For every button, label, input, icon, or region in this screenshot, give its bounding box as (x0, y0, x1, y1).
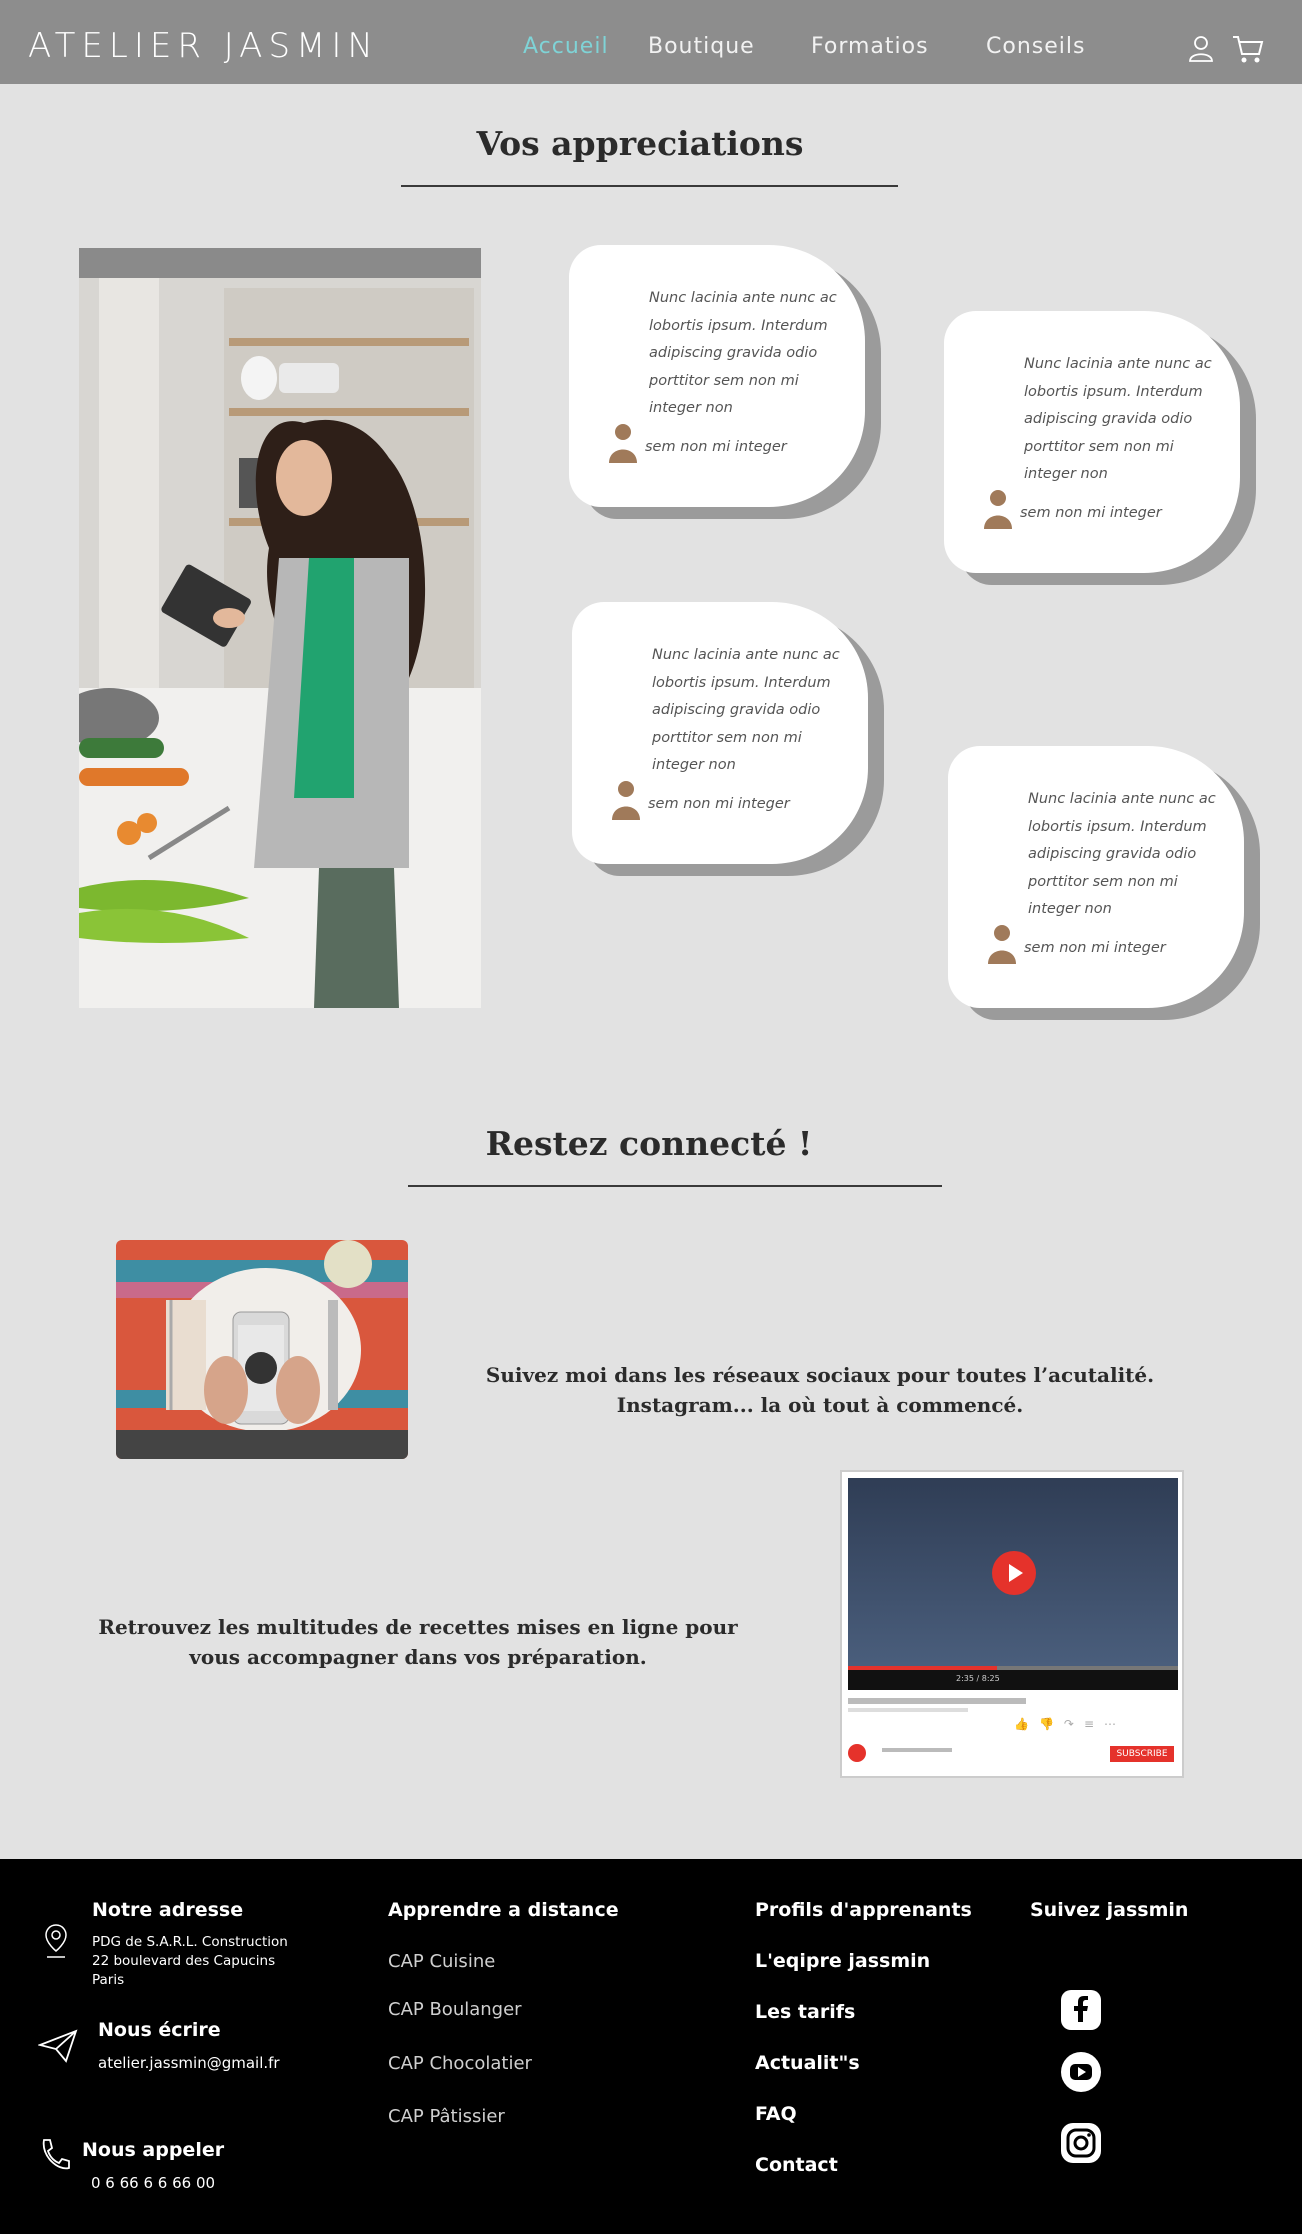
connect-title: Restez connecté ! (485, 1124, 813, 1163)
reviewer-name: sem non mi integer (1024, 940, 1166, 956)
paper-plane-icon (37, 2029, 78, 2067)
site-footer: Notre adresse PDG de S.A.R.L. Constructi… (0, 1859, 1302, 2234)
footer-link-contact[interactable]: Contact (755, 2154, 838, 2176)
review-text: Nunc lacinia ante nunc ac lobortis ipsum… (1028, 791, 1216, 917)
footer-link-tarifs[interactable]: Les tarifs (755, 2001, 855, 2023)
woman-kitchen-photo (79, 248, 481, 1008)
nav-accueil[interactable]: Accueil (523, 34, 609, 59)
write-title: Nous écrire (98, 2019, 221, 2041)
reviews-title-underline (401, 185, 898, 187)
reviewer-name: sem non mi integer (648, 796, 790, 812)
footer-link-actualites[interactable]: Actualit"s (755, 2052, 860, 2074)
video-controls: 2:35 / 8:25 (848, 1670, 1178, 1690)
phone-number[interactable]: 0 6 66 6 6 66 00 (91, 2174, 215, 2193)
footer-link-faq[interactable]: FAQ (755, 2103, 797, 2125)
footer-link-equipe[interactable]: L'eqipre jassmin (755, 1950, 930, 1972)
connect-title-underline (408, 1185, 942, 1187)
site-logo[interactable]: ATELIER JASMIN (28, 26, 379, 66)
review-text: Nunc lacinia ante nunc ac lobortis ipsum… (649, 290, 837, 416)
person-icon (609, 423, 637, 467)
youtube-text: Retrouvez les multitudes de recettes mis… (98, 1615, 738, 1669)
review-card: Nunc lacinia ante nunc ac lobortis ipsum… (948, 746, 1244, 1008)
instagram-text: Suivez moi dans les réseaux sociaux pour… (485, 1363, 1155, 1417)
course-link-patissier[interactable]: CAP Pâtissier (388, 2106, 505, 2127)
course-link-boulanger[interactable]: CAP Boulanger (388, 1999, 522, 2020)
review-card: Nunc lacinia ante nunc ac lobortis ipsum… (572, 602, 868, 864)
person-icon (988, 924, 1016, 968)
review-text: Nunc lacinia ante nunc ac lobortis ipsum… (1024, 356, 1212, 482)
channel-avatar[interactable] (848, 1744, 866, 1762)
youtube-player-mockup[interactable]: 2:35 / 8:25 👍👎↷≡⋯ SUBSCRIBE (840, 1470, 1184, 1778)
review-card: Nunc lacinia ante nunc ac lobortis ipsum… (944, 311, 1240, 573)
address-line: Paris (92, 1972, 125, 1988)
reviewer-name: sem non mi integer (1020, 505, 1162, 521)
call-title: Nous appeler (82, 2139, 225, 2161)
address-line: 22 boulevard des Capucins (92, 1953, 276, 1969)
cart-icon[interactable] (1232, 34, 1264, 68)
reviewer-name: sem non mi integer (645, 439, 787, 455)
course-link-cuisine[interactable]: CAP Cuisine (388, 1951, 495, 1972)
person-icon (612, 780, 640, 824)
video-action-icons[interactable]: 👍👎↷≡⋯ (1014, 1717, 1126, 1731)
user-icon[interactable] (1188, 34, 1214, 66)
email-link[interactable]: atelier.jassmin@gmail.fr (98, 2054, 280, 2073)
address-line: PDG de S.A.R.L. Construction (92, 1934, 288, 1950)
follow-title: Suivez jassmin (1030, 1899, 1189, 1921)
nav-conseils[interactable]: Conseils (986, 34, 1085, 59)
distance-title: Apprendre a distance (388, 1899, 619, 1921)
phone-icon (38, 2138, 70, 2176)
review-card: Nunc lacinia ante nunc ac lobortis ipsum… (569, 245, 865, 507)
youtube-icon[interactable] (1061, 2052, 1101, 2092)
video-title-bar (848, 1698, 1026, 1704)
review-text: Nunc lacinia ante nunc ac lobortis ipsum… (652, 647, 840, 773)
footer-link-profils[interactable]: Profils d'apprenants (755, 1899, 972, 1921)
reviews-title: Vos appreciations (476, 124, 804, 163)
person-icon (984, 489, 1012, 533)
nav-boutique[interactable]: Boutique (648, 34, 755, 59)
instagram-icon[interactable] (1061, 2123, 1101, 2163)
facebook-icon[interactable] (1061, 1990, 1101, 2030)
address-title: Notre adresse (92, 1899, 244, 1921)
location-pin-icon (44, 1923, 68, 1963)
video-time: 2:35 / 8:25 (956, 1674, 1000, 1683)
play-button[interactable] (992, 1551, 1036, 1595)
subscribe-button[interactable]: SUBSCRIBE (1110, 1746, 1174, 1762)
top-navigation-bar: ATELIER JASMIN Accueil Boutique Formatio… (0, 0, 1302, 84)
course-link-chocolatier[interactable]: CAP Chocolatier (388, 2053, 532, 2074)
nav-formations[interactable]: Formatios (811, 34, 929, 59)
instagram-phone-photo[interactable] (116, 1240, 408, 1459)
